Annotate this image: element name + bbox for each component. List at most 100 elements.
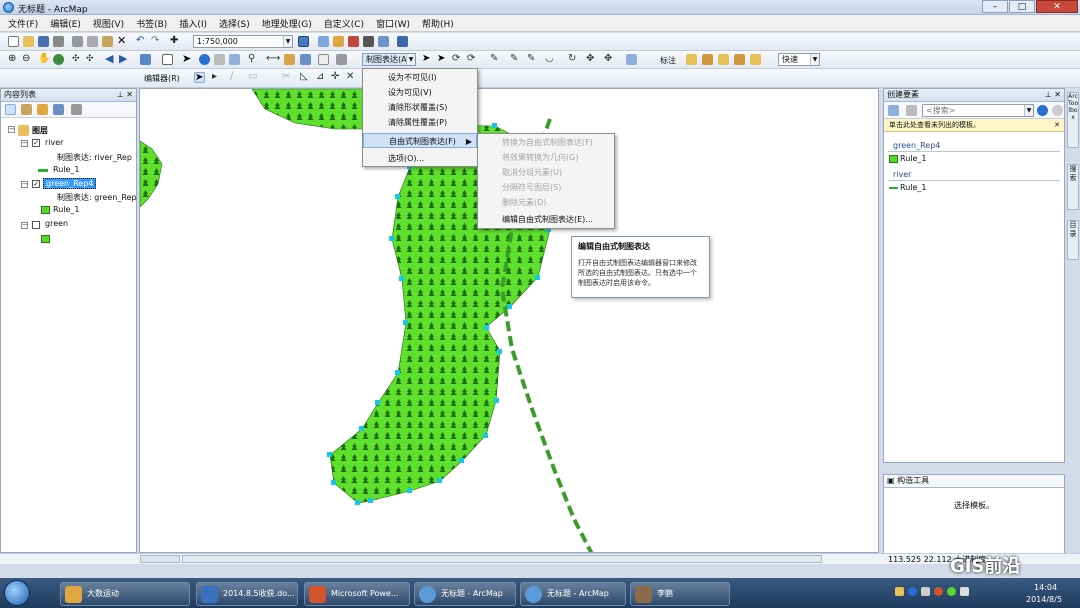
python-icon[interactable]: [363, 36, 374, 47]
measure-icon[interactable]: ⟷: [266, 54, 280, 65]
label-weight-icon[interactable]: [718, 54, 729, 65]
hyperlink-icon[interactable]: [284, 54, 295, 65]
label-quality-combo[interactable]: 快速 ▼: [778, 53, 820, 66]
taskbar-item-arcmap-2[interactable]: 无标题 - ArcMap: [520, 582, 626, 606]
taskbar-item-photo[interactable]: 李鹏: [630, 582, 730, 606]
viewer-icon[interactable]: [336, 54, 347, 65]
close-button[interactable]: ✕: [1036, 0, 1078, 13]
lock-labels-icon[interactable]: [734, 54, 745, 65]
menu-customize[interactable]: 自定义(C): [324, 17, 364, 30]
go-to-xy-icon[interactable]: [300, 54, 311, 65]
layers-group-label[interactable]: 图层: [32, 125, 48, 136]
collapse-river-icon[interactable]: −: [21, 140, 28, 147]
tray-icon[interactable]: [921, 587, 930, 596]
save-icon[interactable]: [38, 36, 49, 47]
time-slider-icon[interactable]: [318, 54, 329, 65]
reshape-icon[interactable]: ◺: [300, 72, 311, 83]
fixed-zoom-out-icon[interactable]: ✣: [86, 54, 97, 65]
pause-labeling-icon[interactable]: [750, 54, 761, 65]
menu-help[interactable]: 帮助(H): [422, 17, 454, 30]
menu-item-free-representation[interactable]: 自由式制图表达(F) ▶: [363, 133, 477, 148]
pen-tool-icon[interactable]: ✎: [490, 54, 501, 65]
pan-marker-icon[interactable]: ✥: [604, 54, 615, 65]
cross-icon[interactable]: ✛: [331, 72, 342, 83]
menu-edit[interactable]: 编辑(E): [50, 17, 81, 30]
submenu-effects-to-geometry[interactable]: 将效果转换为几何(G): [478, 150, 614, 165]
model-builder-icon[interactable]: [378, 36, 389, 47]
template-properties-icon[interactable]: [906, 105, 917, 116]
menu-item-clear-attribute-override[interactable]: 清除属性覆盖(P): [363, 115, 477, 130]
volume-icon[interactable]: [960, 587, 969, 596]
rotate-icon[interactable]: ⟳: [467, 54, 478, 65]
menu-item-set-invisible[interactable]: 设为不可见(I): [363, 70, 477, 85]
pan-icon[interactable]: ✋: [38, 54, 50, 65]
catalog-icon[interactable]: [333, 36, 344, 47]
pin-icon[interactable]: ⊥ ✕: [117, 89, 133, 101]
curve-icon[interactable]: ◡: [545, 54, 556, 65]
menu-file[interactable]: 文件(F): [8, 17, 38, 30]
fixed-zoom-in-icon[interactable]: ✣: [72, 54, 83, 65]
taskbar-item-arcmap-1[interactable]: 无标题 - ArcMap: [414, 582, 516, 606]
list-by-drawing-order-icon[interactable]: [5, 104, 16, 115]
copy-icon[interactable]: [87, 36, 98, 47]
submenu-delete-elements[interactable]: 删除元素(D): [478, 195, 614, 210]
layer-green[interactable]: green: [45, 219, 68, 228]
undo-icon[interactable]: ↶: [136, 36, 147, 47]
paste-icon[interactable]: [102, 36, 113, 47]
options-icon[interactable]: [71, 104, 82, 115]
lasso-icon[interactable]: ⟳: [452, 54, 463, 65]
list-by-source-icon[interactable]: [21, 104, 32, 115]
green-rep4-visibility-checkbox[interactable]: ✓: [32, 180, 40, 188]
clock-date[interactable]: 2014/8/5: [1026, 595, 1062, 604]
collapse-layers-icon[interactable]: −: [8, 126, 15, 133]
submenu-edit-free-representation[interactable]: 编辑自由式制图表达(E)...: [478, 212, 614, 227]
redo-icon[interactable]: ↷: [151, 36, 162, 47]
representation-menu-button[interactable]: 制图表达(A) ▼: [362, 53, 416, 66]
taskbar-item-powerpoint[interactable]: Microsoft Powe...: [304, 582, 410, 606]
move-icon[interactable]: ✥: [586, 54, 597, 65]
green-visibility-checkbox[interactable]: [32, 221, 40, 229]
menu-windows[interactable]: 窗口(W): [376, 17, 410, 30]
label-manager-icon[interactable]: [686, 54, 697, 65]
template-notice-bar[interactable]: 单击此处查看未列出的模板。 ✕: [884, 119, 1064, 132]
zoom-in-icon[interactable]: ⊕: [8, 54, 19, 65]
zoom-out-icon[interactable]: ⊖: [22, 54, 33, 65]
split-icon[interactable]: ✂: [282, 72, 293, 83]
edit-tool-icon[interactable]: ➤: [194, 72, 205, 83]
horizontal-scrollbar[interactable]: [182, 555, 822, 563]
taskbar-item-1[interactable]: 大数运动: [60, 582, 190, 606]
rotate-feature-icon[interactable]: ✕: [346, 72, 357, 83]
add-data-icon[interactable]: ✚: [170, 36, 181, 47]
trace-icon[interactable]: ▭: [248, 72, 259, 83]
close-icon[interactable]: ✕: [1054, 119, 1060, 132]
submenu-convert-free[interactable]: 转换为自由式制图表达(F): [478, 135, 614, 150]
full-extent-icon[interactable]: [53, 54, 64, 65]
map-scale-combo[interactable]: 1:750,000 ▼: [193, 35, 293, 48]
cut-icon[interactable]: [72, 36, 83, 47]
table-window-icon[interactable]: [318, 36, 329, 47]
list-by-selection-icon[interactable]: [53, 104, 64, 115]
identify-icon[interactable]: [199, 54, 210, 65]
list-by-visibility-icon[interactable]: [37, 104, 48, 115]
clock-time[interactable]: 14:04: [1034, 583, 1057, 592]
edit-annotation-icon[interactable]: ▸: [212, 72, 223, 83]
template-rule-river[interactable]: Rule_1: [900, 183, 927, 192]
maximize-button[interactable]: □: [1009, 0, 1035, 13]
tray-icon[interactable]: [934, 587, 943, 596]
select-features-icon[interactable]: [140, 54, 151, 65]
label-menu[interactable]: 标注: [660, 55, 676, 66]
find-route-icon[interactable]: ⚲: [248, 54, 259, 65]
open-folder-icon[interactable]: [23, 36, 34, 47]
new-document-icon[interactable]: [8, 36, 19, 47]
editor-toolbar-icon[interactable]: [298, 36, 309, 47]
collapse-green-rep4-icon[interactable]: −: [21, 181, 28, 188]
brush-icon[interactable]: ✎: [510, 54, 521, 65]
print-icon[interactable]: [53, 36, 64, 47]
tab-arctoolbox[interactable]: ArcToolbox: [1067, 92, 1079, 148]
menu-item-set-visible[interactable]: 设为可见(V): [363, 85, 477, 100]
menu-insert[interactable]: 插入(I): [179, 17, 207, 30]
eraser-icon[interactable]: ✎: [527, 54, 538, 65]
back-icon[interactable]: ◀: [105, 53, 116, 65]
taskbar-item-word[interactable]: 2014.8.5收获.do...: [196, 582, 298, 606]
tray-icon[interactable]: [908, 587, 917, 596]
